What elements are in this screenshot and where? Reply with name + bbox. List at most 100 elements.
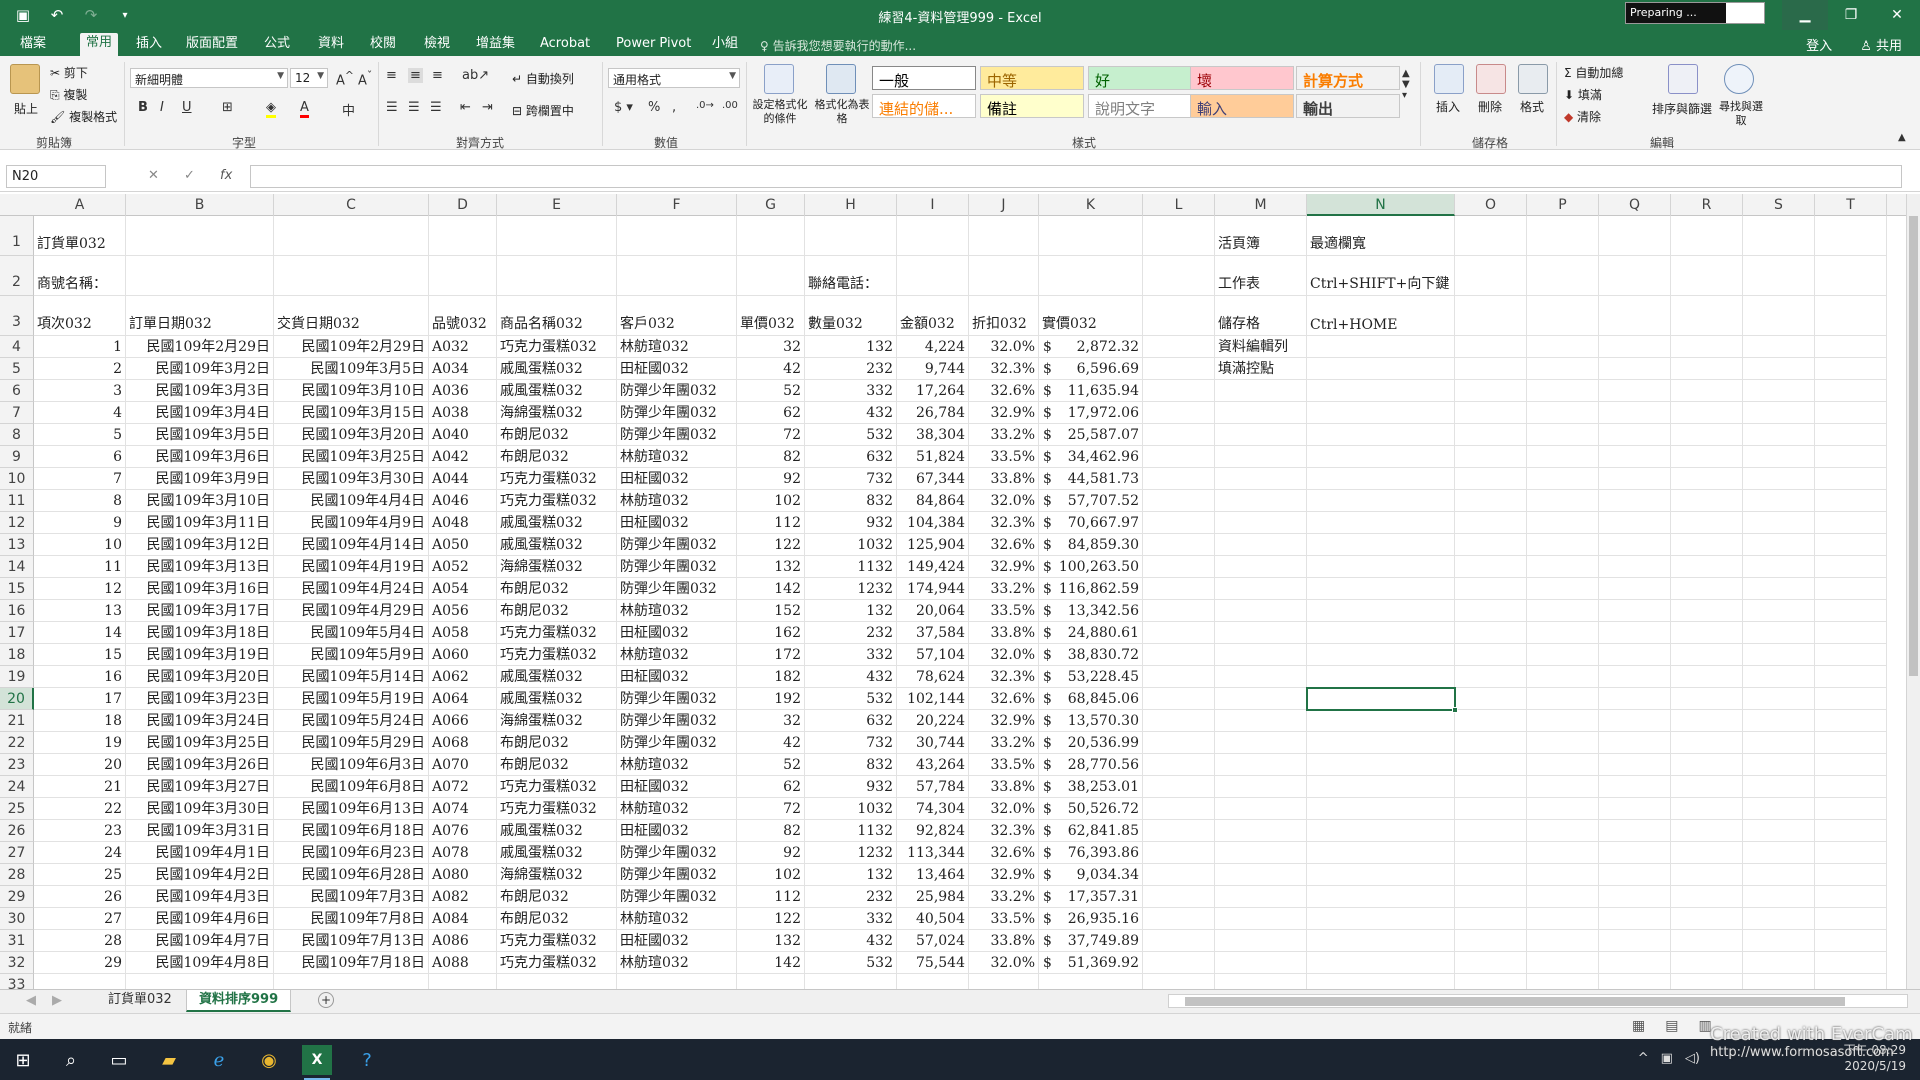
grid-cell[interactable] [969,256,1039,296]
data-cell[interactable]: 9,744 [897,358,969,380]
data-cell[interactable]: 民國109年4月19日 [274,556,429,578]
grid-cell[interactable] [1671,688,1743,710]
data-cell[interactable]: 122 [737,908,805,930]
data-cell[interactable]: 5 [34,424,126,446]
data-cell[interactable]: 布朗尼032 [497,578,617,600]
data-cell[interactable]: 7 [34,468,126,490]
data-cell[interactable]: 民國109年3月18日 [126,622,274,644]
grid-cell[interactable] [1527,666,1599,688]
data-cell[interactable]: 432 [805,666,897,688]
header-cell[interactable]: 商品名稱032 [497,296,617,336]
data-cell[interactable]: 40,504 [897,908,969,930]
row-header[interactable]: 14 [0,556,34,578]
column-header[interactable]: P [1527,194,1599,216]
data-cell[interactable]: 172 [737,644,805,666]
help-icon[interactable]: ? [352,1045,382,1075]
data-cell[interactable]: A076 [429,820,497,842]
row-header[interactable]: 16 [0,600,34,622]
grid-cell[interactable] [1455,754,1527,776]
grid-cell[interactable] [1599,842,1671,864]
data-cell[interactable]: 林舫瑄032 [617,490,737,512]
data-cell[interactable]: 民國109年3月10日 [126,490,274,512]
grid-cell[interactable] [1143,666,1215,688]
grid-cell[interactable] [1143,216,1215,256]
enter-icon[interactable]: ✓ [184,168,195,183]
data-cell[interactable]: 14 [34,622,126,644]
grid-cell[interactable] [1671,754,1743,776]
conditional-format-button[interactable]: 設定格式化的條件 [750,98,810,126]
data-cell[interactable]: 6 [34,446,126,468]
header-cell[interactable]: 金額032 [897,296,969,336]
italic-icon[interactable]: I [160,100,164,115]
data-cell[interactable]: 33.2% [969,578,1039,600]
grid-cell[interactable] [1527,446,1599,468]
data-cell[interactable]: 林舫瑄032 [617,600,737,622]
grid-cell[interactable] [1671,402,1743,424]
grid-cell[interactable] [1215,710,1307,732]
column-header[interactable]: Q [1599,194,1671,216]
data-cell[interactable]: 防彈少年團032 [617,424,737,446]
header-cell[interactable]: 實價032 [1039,296,1143,336]
grid-cell[interactable] [274,256,429,296]
grid-cell[interactable] [1455,424,1527,446]
grid-cell[interactable] [1307,578,1455,600]
grid-cell[interactable] [1039,216,1143,256]
find-select-button[interactable]: 尋找與選取 [1718,100,1764,128]
row-header[interactable]: 5 [0,358,34,380]
grid-cell[interactable] [1527,974,1599,989]
data-cell[interactable]: $26,935.16 [1039,908,1143,930]
grid-cell[interactable] [1815,512,1887,534]
grid-cell[interactable] [1307,556,1455,578]
grid-cell[interactable] [1599,468,1671,490]
data-cell[interactable]: 113,344 [897,842,969,864]
row-header[interactable]: 7 [0,402,34,424]
grid-cell[interactable] [1671,358,1743,380]
row-header[interactable]: 8 [0,424,34,446]
grid-cell[interactable] [1455,468,1527,490]
data-cell[interactable]: 林舫瑄032 [617,336,737,358]
grid-cell[interactable] [1743,974,1815,989]
data-cell[interactable]: 1132 [805,820,897,842]
data-cell[interactable]: $50,526.72 [1039,798,1143,820]
data-cell[interactable]: 57,784 [897,776,969,798]
grid-cell[interactable] [1599,666,1671,688]
grid-cell[interactable] [1527,644,1599,666]
grid-cell[interactable] [1143,256,1215,296]
data-cell[interactable]: 海綿蛋糕032 [497,402,617,424]
grid-cell[interactable] [1815,886,1887,908]
grid-cell[interactable] [1307,512,1455,534]
grid-cell[interactable] [1599,336,1671,358]
data-cell[interactable]: 1032 [805,534,897,556]
data-cell[interactable]: 15 [34,644,126,666]
data-cell[interactable]: 巧克力蛋糕032 [497,798,617,820]
bold-icon[interactable]: B [138,100,148,115]
data-cell[interactable]: 民國109年5月9日 [274,644,429,666]
row-header[interactable]: 6 [0,380,34,402]
grid-cell[interactable] [1307,468,1455,490]
row-header[interactable]: 9 [0,446,34,468]
grid-cell[interactable] [1599,556,1671,578]
grid-cell[interactable] [1815,216,1887,256]
grid-cell[interactable] [1671,490,1743,512]
align-right-icon[interactable]: ☰ [430,100,442,115]
ribbon-tab[interactable]: 常用 [80,33,119,56]
grid-cell[interactable] [1815,974,1887,989]
windows-start-icon[interactable]: ⊞ [8,1045,38,1075]
grid-cell[interactable] [1815,952,1887,974]
grid-cell[interactable] [1143,798,1215,820]
grid-cell[interactable] [1307,600,1455,622]
font-name-dropdown[interactable]: 新細明體 ▼ [130,68,288,88]
grid-cell[interactable] [1815,688,1887,710]
grid-cell[interactable] [1215,732,1307,754]
grid-cell[interactable] [1599,512,1671,534]
clear-button[interactable]: ◆ 清除 [1564,108,1601,125]
grid-cell[interactable] [1215,776,1307,798]
data-cell[interactable]: 33.8% [969,930,1039,952]
ribbon-tab[interactable]: 檔案 [14,34,52,56]
data-cell[interactable]: 32.3% [969,666,1039,688]
grid-cell[interactable] [1671,886,1743,908]
grid-cell[interactable] [1671,644,1743,666]
format-as-table-icon[interactable] [826,64,856,94]
data-cell[interactable]: 民國109年5月19日 [274,688,429,710]
data-cell[interactable]: 巧克力蛋糕032 [497,490,617,512]
